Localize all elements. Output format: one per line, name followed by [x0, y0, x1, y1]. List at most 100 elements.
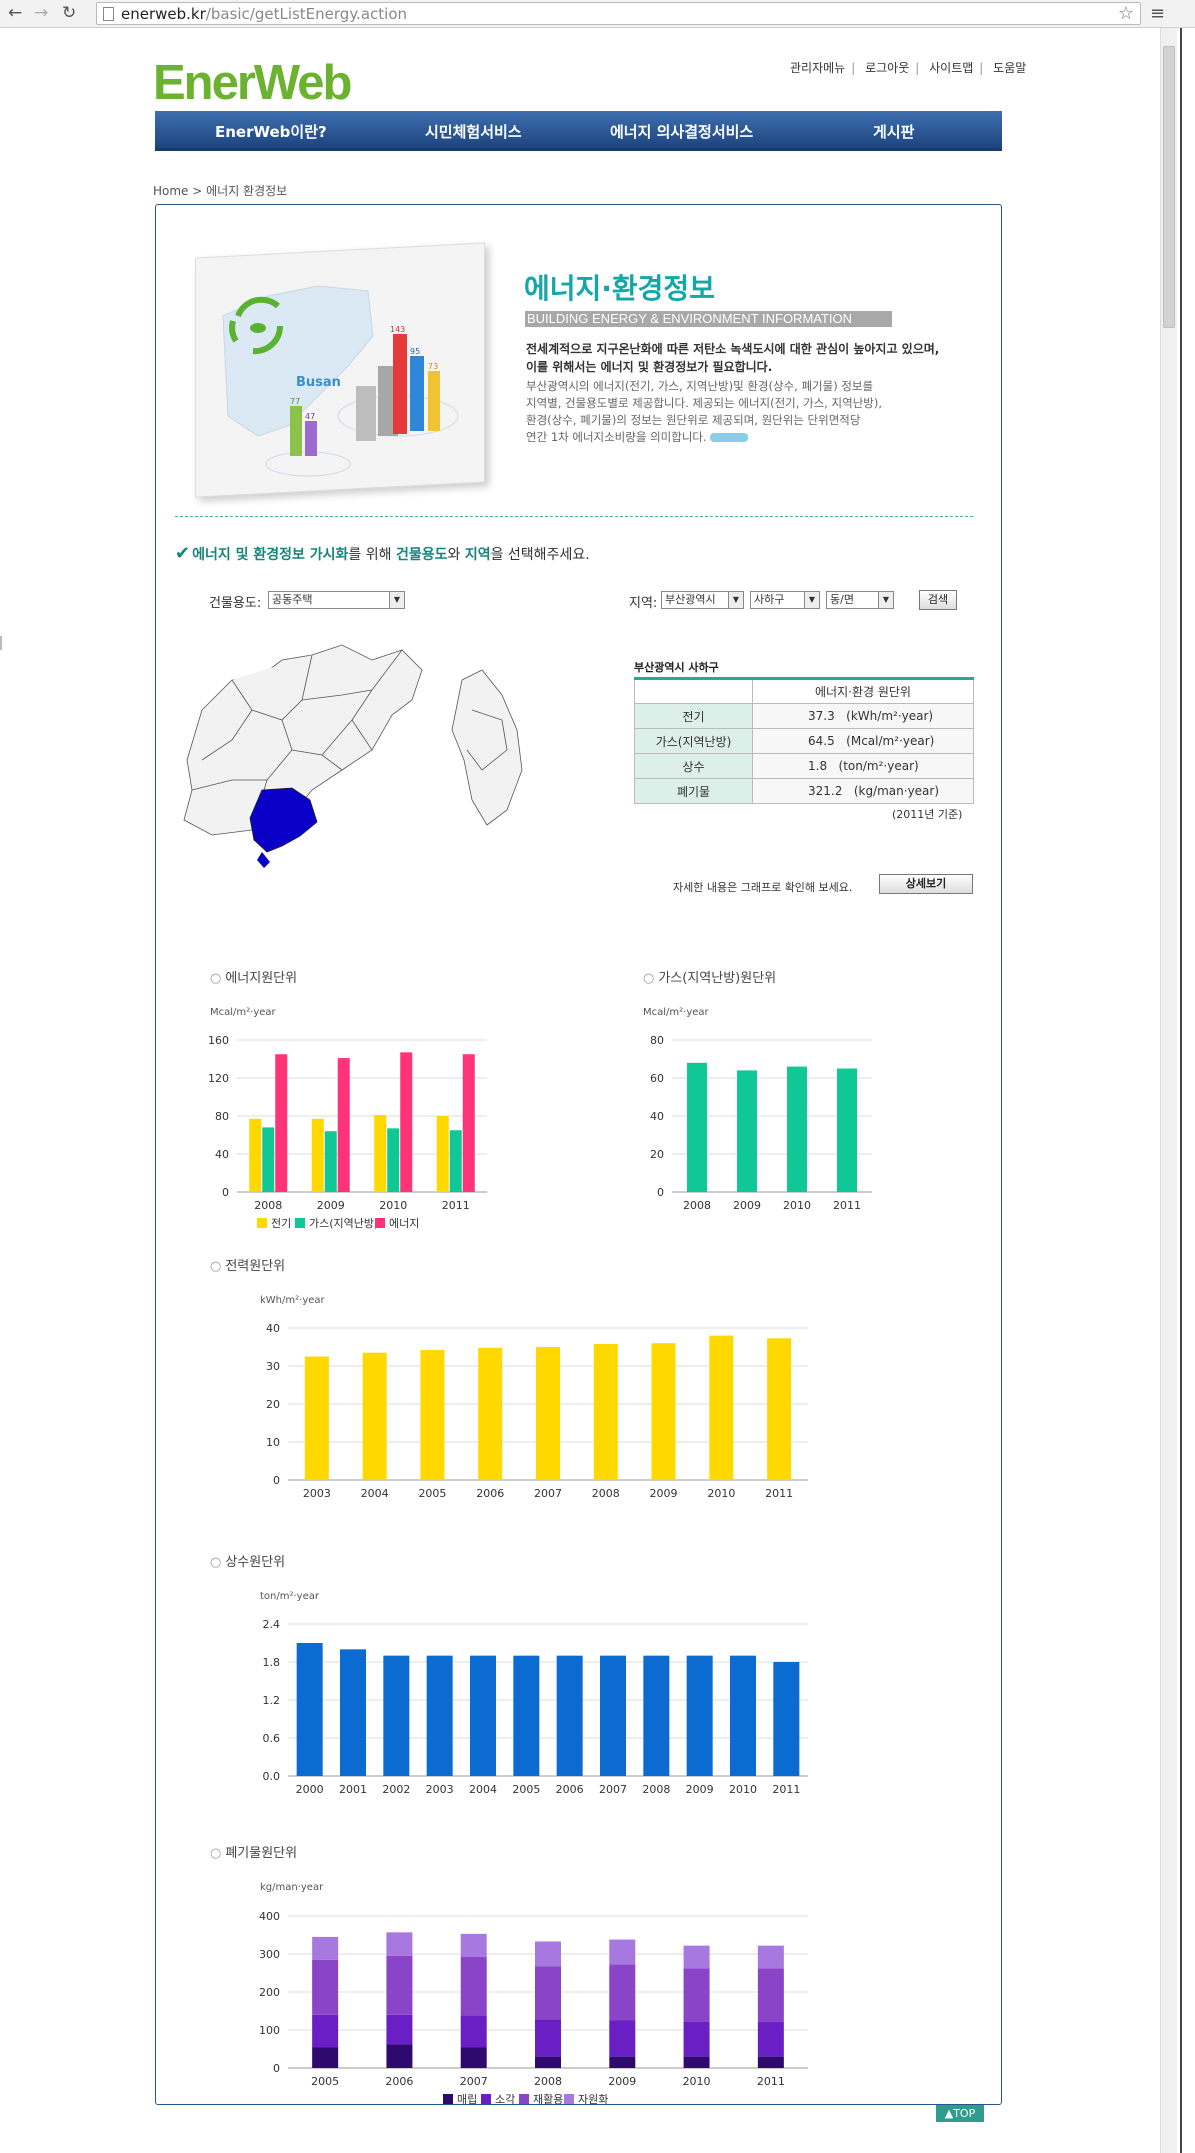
bar: [383, 1655, 410, 1776]
chart-unit-energy: Mcal/m²·year: [210, 1007, 276, 1018]
x-tick-label: 2005: [311, 2075, 339, 2088]
nav-item-citizen[interactable]: 시민체험서비스: [425, 121, 522, 142]
bar-segment: [757, 2021, 784, 2057]
bar: [374, 1115, 387, 1192]
x-tick-label: 2007: [460, 2075, 488, 2088]
bar: [730, 1655, 756, 1776]
bar: [400, 1052, 413, 1192]
bar-segment: [386, 2044, 413, 2068]
svg-text:77: 77: [290, 397, 300, 406]
row-label-elec: 전기: [634, 703, 753, 729]
address-bar[interactable]: enerweb.kr/basic/getListEnergy.action ☆: [96, 2, 1141, 25]
dong-select[interactable]: 동/면 ▼: [826, 591, 894, 609]
bar: [737, 1070, 757, 1192]
util-link-help[interactable]: 도움말: [993, 61, 1026, 75]
chart-water: 0.0 0.6 1.2 1.8 2.4 2000 2001 2002 2003 2004 2005 2…: [263, 1618, 808, 1796]
region-map[interactable]: [172, 640, 542, 880]
x-tick-label: 2010: [729, 1783, 757, 1796]
svg-text:73: 73: [428, 362, 438, 371]
bar: [651, 1343, 676, 1480]
bar: [324, 1131, 337, 1192]
bar-segment: [535, 1941, 561, 1967]
y-tick-label: 40: [215, 1148, 229, 1161]
y-tick-label: 40: [650, 1110, 664, 1123]
menu-icon[interactable]: ≡: [1150, 3, 1165, 24]
detail-button[interactable]: 상세보기: [879, 874, 973, 894]
x-tick-label: 2008: [683, 1199, 711, 1212]
x-tick-label: 2005: [418, 1487, 446, 1500]
chart-energy: 0 40 80 120 160 2008 2009 2010 2011 전기 가스(지역난방) 에너지: [208, 1034, 487, 1230]
bar: [513, 1655, 540, 1776]
bar: [296, 1643, 323, 1776]
selected-district: [249, 787, 318, 853]
bar: [686, 1655, 713, 1776]
scrollbar-thumb[interactable]: [1163, 46, 1175, 328]
util-link-admin[interactable]: 관리자메뉴: [790, 61, 845, 75]
chart-unit-waste: kg/man·year: [260, 1882, 324, 1893]
bar: [340, 1649, 366, 1776]
x-tick-label: 2011: [442, 1199, 470, 1212]
bar: [556, 1655, 583, 1776]
detail-link-icon[interactable]: [710, 433, 749, 442]
circle-bullet-icon: ○: [210, 971, 222, 986]
legend-swatch: [443, 2094, 453, 2104]
site-logo[interactable]: EnerWeb: [153, 55, 352, 111]
use-label: 건물용도:: [209, 596, 262, 611]
bar: [420, 1350, 445, 1480]
svg-text:95: 95: [410, 347, 420, 356]
bar-segment: [683, 2056, 710, 2068]
bar: [362, 1352, 387, 1480]
bar: [837, 1068, 857, 1192]
y-tick-label: 300: [259, 1948, 280, 1961]
y-tick-label: 1.8: [263, 1656, 281, 1669]
x-tick-label: 2009: [317, 1199, 345, 1212]
url-text: enerweb.kr/basic/getListEnergy.action: [121, 5, 407, 23]
x-tick-label: 2006: [385, 2075, 413, 2088]
reload-icon[interactable]: ↻: [62, 3, 76, 23]
bar-segment: [609, 1939, 636, 1965]
forward-icon[interactable]: →: [34, 3, 48, 23]
y-tick-label: 0: [222, 1186, 229, 1199]
building-use-select[interactable]: 공동주택 ▼: [268, 591, 405, 609]
sido-select[interactable]: 부산광역시 ▼: [661, 591, 744, 609]
y-tick-label: 20: [650, 1148, 664, 1161]
scrollbar[interactable]: [1160, 28, 1177, 2153]
chevron-down-icon: ▼: [728, 592, 743, 608]
chart-unit-gas: Mcal/m²·year: [643, 1007, 709, 1018]
chart-gas: 0 20 40 60 80 2008 2009 2010 2011: [650, 1034, 872, 1212]
nav-item-board[interactable]: 게시판: [873, 121, 914, 142]
bookmark-star-icon[interactable]: ☆: [1118, 3, 1134, 24]
gu-select[interactable]: 사하구 ▼: [750, 591, 820, 609]
row-value-elec: 37.3: [808, 709, 835, 723]
browser-toolbar: ← → ↻ enerweb.kr/basic/getListEnergy.act…: [0, 0, 1195, 28]
bar-segment: [683, 2021, 710, 2057]
top-button[interactable]: ▲TOP: [936, 2105, 984, 2122]
bar-segment: [460, 2047, 487, 2068]
x-tick-label: 2011: [833, 1199, 861, 1212]
bar-segment: [460, 1956, 487, 2016]
x-tick-label: 2011: [772, 1783, 800, 1796]
legend-swatch: [375, 1218, 385, 1228]
circle-bullet-icon: ○: [643, 971, 655, 986]
util-link-sitemap[interactable]: 사이트맵: [929, 61, 973, 75]
x-tick-label: 2008: [642, 1783, 670, 1796]
bar: [311, 1118, 324, 1192]
circle-bullet-icon: ○: [210, 1555, 222, 1570]
bar-segment: [386, 2014, 413, 2045]
check-icon: ✔: [175, 543, 191, 564]
nav-item-about[interactable]: EnerWeb이란?: [215, 121, 327, 142]
x-tick-label: 2011: [757, 2075, 785, 2088]
x-tick-label: 2010: [707, 1487, 735, 1500]
x-tick-label: 2009: [608, 2075, 636, 2088]
bar-segment: [535, 2056, 561, 2068]
bar: [436, 1116, 449, 1192]
x-tick-label: 2011: [765, 1487, 793, 1500]
y-tick-label: 10: [266, 1436, 280, 1449]
nav-item-decision[interactable]: 에너지 의사결정서비스: [610, 121, 753, 142]
util-link-logout[interactable]: 로그아웃: [865, 61, 909, 75]
bar: [687, 1062, 707, 1192]
back-icon[interactable]: ←: [8, 3, 22, 23]
y-tick-label: 120: [208, 1072, 229, 1085]
y-tick-label: 80: [650, 1034, 664, 1047]
search-button[interactable]: 검색: [919, 590, 957, 610]
